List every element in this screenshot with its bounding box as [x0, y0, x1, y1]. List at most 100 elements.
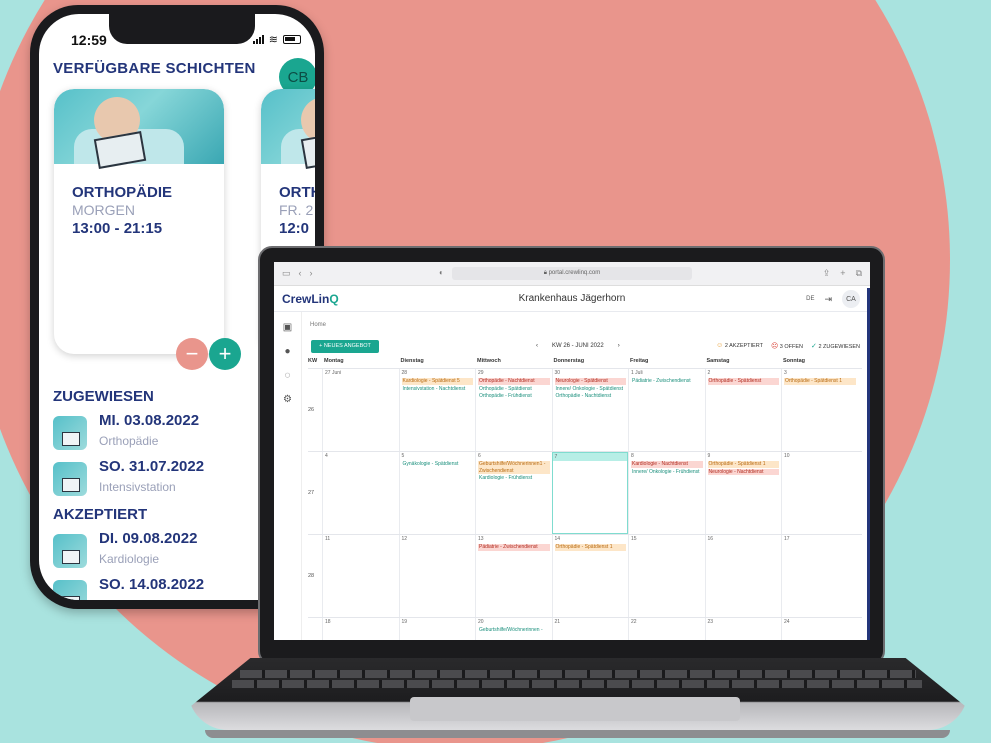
- breadcrumb[interactable]: Home: [310, 322, 326, 328]
- shift-event[interactable]: Innere/ Onkologie - Spätdienst: [555, 386, 627, 393]
- day-number: 4: [325, 453, 328, 459]
- shift-event[interactable]: Orthopädie - Spätdienst 1: [707, 461, 779, 468]
- shift-hours: 12:0: [279, 220, 310, 237]
- next-week-icon[interactable]: ›: [618, 343, 620, 349]
- calendar-day[interactable]: 28 Kardiologie - Spätdienst 5 Intensivstat…: [398, 369, 476, 451]
- calendar-day[interactable]: 30 Neurologie - Spätdienst Innere/ Onkolog…: [551, 369, 629, 451]
- calendar-day[interactable]: 10: [781, 452, 858, 534]
- new-tab-icon[interactable]: +: [840, 268, 845, 279]
- calendar-day[interactable]: 27 Juni: [322, 369, 399, 451]
- shift-event[interactable]: Kardiologie - Spätdienst 5: [401, 378, 473, 385]
- list-item-department: Kardiologie: [99, 552, 160, 566]
- day-number: 28: [401, 370, 408, 376]
- day-number: 27 Juni: [325, 370, 342, 376]
- avatar[interactable]: CA: [842, 290, 860, 308]
- calendar-day[interactable]: 15: [628, 535, 705, 617]
- calendar-day[interactable]: 3 Orthopädie - Spätdienst 1: [781, 369, 858, 451]
- shift-event[interactable]: Orthopädie - Frühdienst: [478, 393, 550, 400]
- open-stat: ☹ 3 OFFEN: [771, 342, 803, 350]
- calendar-day-today[interactable]: 7: [551, 452, 628, 534]
- sidebar-toggle-icon[interactable]: ▭: [282, 268, 291, 279]
- calendar-week-row: 28 11 12 13 Pädiatrie - Zwischendienst 14 Orth…: [308, 534, 862, 617]
- calendar-day[interactable]: 8 Kardiologie - Nachtdienst Innere/ Onkolo…: [628, 452, 705, 534]
- calendar-day[interactable]: 29 Orthopädie - Nachtdienst Orthopädie - S…: [475, 369, 552, 451]
- calendar-day[interactable]: 14 Orthopädie - Spätdienst 1: [551, 535, 629, 617]
- new-offer-button[interactable]: + NEUES ANGEBOT: [311, 340, 379, 353]
- day-number: 8: [631, 453, 634, 459]
- url-bar[interactable]: 🔒︎ portal.crewlinq.com: [452, 267, 692, 280]
- shift-event[interactable]: Intensivstation - Nachtdienst: [402, 386, 474, 393]
- tabs-icon[interactable]: ⧉: [856, 268, 862, 279]
- calendar-day[interactable]: 23: [704, 618, 782, 640]
- section-heading-accepted: AKZEPTIERT: [53, 506, 148, 523]
- calendar-day[interactable]: 21: [551, 618, 629, 640]
- calendar-day[interactable]: 16: [704, 535, 782, 617]
- user-icon[interactable]: ●: [274, 346, 301, 360]
- calendar-day[interactable]: 22: [628, 618, 705, 640]
- shift-event[interactable]: Neurologie - Spätdienst: [554, 378, 626, 385]
- shift-event[interactable]: Orthopädie - Nachtdienst: [555, 393, 627, 400]
- day-number: 21: [554, 619, 561, 625]
- share-icon[interactable]: ⇪: [823, 268, 831, 279]
- shift-event[interactable]: Orthopädie - Spätdienst 1: [554, 544, 626, 551]
- calendar-day[interactable]: 19: [398, 618, 476, 640]
- shift-event[interactable]: Pädiatrie - Zwischendienst: [478, 544, 550, 551]
- shift-event[interactable]: Geburtshilfe/Wöchnerinnen1 - Zwischendie…: [478, 461, 550, 474]
- shift-card[interactable]: ORTHOPÄDIE MORGEN 13:00 - 21:15: [54, 89, 224, 354]
- calendar-day[interactable]: 12: [398, 535, 476, 617]
- day-header: Samstag: [706, 358, 730, 364]
- shift-event[interactable]: Innere/ Onkologie - Frühdienst: [631, 469, 703, 476]
- decline-button[interactable]: −: [176, 338, 208, 370]
- calendar-day[interactable]: 11: [322, 535, 399, 617]
- day-number: 2: [707, 370, 711, 376]
- keyboard: [240, 670, 916, 678]
- week-number: 27: [308, 490, 315, 496]
- list-item-date: DI. 09.08.2022: [99, 530, 198, 547]
- accept-button[interactable]: +: [209, 338, 241, 370]
- calendar-day[interactable]: 9 Orthopädie - Spätdienst 1 Neurologie - N…: [704, 452, 782, 534]
- calendar-day[interactable]: 5 Gynäkologie - Spätdienst: [398, 452, 476, 534]
- calendar-day[interactable]: 2 Orthopädie - Spätdienst: [704, 369, 782, 451]
- day-header: Sonntag: [783, 358, 805, 364]
- page-title: VERFÜGBARE SCHICHTEN: [53, 60, 256, 77]
- shift-event[interactable]: Orthopädie - Spätdienst 1: [784, 378, 856, 385]
- signal-icon: [252, 35, 264, 44]
- shift-event[interactable]: Neurologie - Nachtdienst: [707, 468, 779, 475]
- calendar-week-row: 26 27 Juni 28 Kardiologie - Spätdienst 5 Int…: [308, 368, 862, 451]
- week-number: [308, 618, 322, 640]
- shift-event[interactable]: Orthopädie - Spätdienst: [478, 386, 550, 393]
- calendar-day[interactable]: 6 Geburtshilfe/Wöchnerinnen1 - Zwischendi…: [475, 452, 552, 534]
- gear-icon[interactable]: ⚙: [274, 394, 301, 408]
- calendar-day[interactable]: 20 Geburtshilfe/Wöchnerinnen -: [475, 618, 552, 640]
- calendar-day[interactable]: 13 Pädiatrie - Zwischendienst: [475, 535, 552, 617]
- shift-event[interactable]: Orthopädie - Nachtdienst: [478, 378, 550, 385]
- day-number: 9: [707, 453, 711, 459]
- back-icon[interactable]: ‹: [299, 268, 302, 279]
- keyboard: [232, 680, 922, 688]
- week-label: KW 26 - JUNI 2022: [552, 343, 604, 349]
- shift-event[interactable]: Pädiatrie - Zwischendienst: [631, 378, 703, 385]
- calendar-day[interactable]: 4: [322, 452, 399, 534]
- logout-icon[interactable]: ⇥: [824, 294, 832, 305]
- calendar-day[interactable]: 17: [781, 535, 858, 617]
- status-icons: ≋: [252, 33, 301, 46]
- calendar-icon[interactable]: ▣: [274, 322, 301, 336]
- day-number: 11: [325, 536, 331, 542]
- language-selector[interactable]: DE: [806, 296, 814, 302]
- calendar-day[interactable]: 1 Juli Pädiatrie - Zwischendienst: [628, 369, 705, 451]
- calendar-day[interactable]: 18: [322, 618, 399, 640]
- refresh-icon[interactable]: ◌: [274, 370, 301, 384]
- forward-icon[interactable]: ›: [310, 268, 313, 279]
- week-navigation: ‹ KW 26 - JUNI 2022 ›: [536, 343, 620, 349]
- minus-icon: −: [185, 341, 199, 366]
- shift-event[interactable]: Gynäkologie - Spätdienst: [402, 461, 474, 468]
- day-number: 22: [631, 619, 637, 625]
- shift-event[interactable]: Kardiologie - Frühdienst: [478, 475, 550, 482]
- day-header: Montag: [324, 358, 344, 364]
- previous-week-icon[interactable]: ‹: [536, 343, 538, 349]
- shift-event[interactable]: Geburtshilfe/Wöchnerinnen -: [478, 627, 550, 634]
- calendar-day[interactable]: 24: [781, 618, 858, 640]
- shift-event[interactable]: Kardiologie - Nachtdienst: [631, 461, 703, 468]
- shift-event[interactable]: Orthopädie - Spätdienst: [707, 378, 779, 385]
- day-number: 20: [478, 619, 484, 625]
